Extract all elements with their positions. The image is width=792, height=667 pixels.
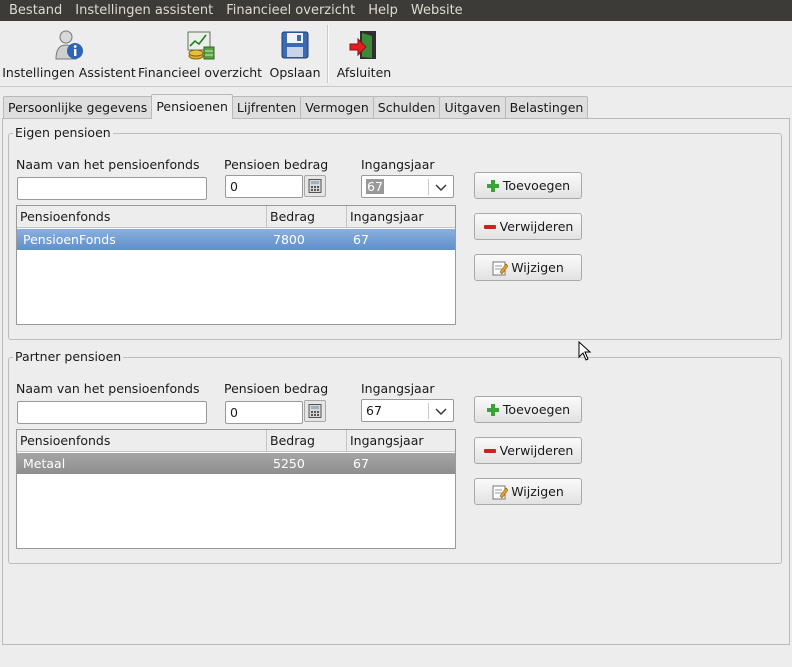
eigen-naam-label: Naam van het pensioenfonds: [16, 157, 200, 172]
tab-uitgaven[interactable]: Uitgaven: [439, 96, 506, 119]
col-ingangsjaar[interactable]: Ingangsjaar: [346, 430, 455, 452]
col-pensioenfonds[interactable]: Pensioenfonds: [17, 430, 265, 452]
instellingen-assistent-button[interactable]: Instellingen Assistent: [2, 21, 136, 85]
user-info-icon: [53, 29, 85, 61]
menu-website[interactable]: Website: [402, 0, 467, 21]
toevoegen-label: Toevoegen: [502, 402, 571, 417]
add-icon: [486, 179, 500, 193]
eigen-bedrag-input[interactable]: 0: [225, 175, 303, 198]
table-row[interactable]: PensioenFonds 7800 67: [17, 229, 455, 250]
row-jaar: 67: [353, 456, 369, 471]
opslaan-label: Opslaan: [269, 65, 321, 80]
remove-icon: [483, 220, 497, 234]
eigen-pensioen-title: Eigen pensioen: [13, 125, 113, 141]
partner-pensioen-list[interactable]: Pensioenfonds Bedrag Ingangsjaar Metaal …: [16, 429, 456, 549]
wijzigen-label: Wijzigen: [511, 260, 564, 275]
eigen-jaar-value: 67: [366, 179, 384, 194]
toevoegen-label: Toevoegen: [502, 178, 571, 193]
partner-jaar-label: Ingangsjaar: [361, 381, 435, 396]
tab-belastingen[interactable]: Belastingen: [504, 96, 589, 119]
exit-door-icon: [348, 29, 380, 61]
tab-schulden[interactable]: Schulden: [372, 96, 441, 119]
tab-persoonlijke-gegevens[interactable]: Persoonlijke gegevens: [3, 96, 153, 119]
partner-toevoegen-button[interactable]: Toevoegen: [474, 396, 582, 423]
instellingen-assistent-label: Instellingen Assistent: [2, 65, 136, 80]
partner-bedrag-input[interactable]: 0: [225, 401, 303, 424]
row-fonds: Metaal: [23, 456, 66, 471]
eigen-verwijderen-button[interactable]: Verwijderen: [474, 213, 582, 240]
remove-icon: [483, 444, 497, 458]
edit-icon: [492, 484, 509, 500]
afsluiten-button[interactable]: Afsluiten: [334, 21, 394, 85]
partner-calculator-button[interactable]: [304, 400, 326, 422]
verwijderen-label: Verwijderen: [499, 219, 574, 234]
menu-bar: Bestand Instellingen assistent Financiee…: [0, 0, 792, 21]
eigen-jaar-combo[interactable]: 67: [361, 175, 454, 198]
opslaan-button[interactable]: Opslaan: [266, 21, 324, 85]
partner-jaar-combo[interactable]: 67: [361, 399, 454, 422]
calculator-icon: [308, 404, 322, 418]
financieel-overzicht-label: Financieel overzicht: [137, 65, 263, 80]
col-pensioenfonds[interactable]: Pensioenfonds: [17, 206, 265, 228]
col-bedrag[interactable]: Bedrag: [266, 430, 346, 452]
tab-lijfrenten[interactable]: Lijfrenten: [231, 96, 302, 119]
eigen-wijzigen-button[interactable]: Wijzigen: [474, 254, 582, 281]
finance-chart-icon: [184, 29, 216, 61]
verwijderen-label: Verwijderen: [499, 443, 574, 458]
chevron-down-icon: [435, 405, 447, 420]
chevron-down-icon: [435, 181, 447, 196]
eigen-jaar-label: Ingangsjaar: [361, 157, 435, 172]
row-jaar: 67: [353, 232, 369, 247]
calculator-icon: [308, 179, 322, 193]
tab-vermogen[interactable]: Vermogen: [300, 96, 374, 119]
partner-naam-label: Naam van het pensioenfonds: [16, 381, 200, 396]
wijzigen-label: Wijzigen: [511, 484, 564, 499]
eigen-calculator-button[interactable]: [304, 175, 326, 197]
row-fonds: PensioenFonds: [23, 232, 116, 247]
partner-wijzigen-button[interactable]: Wijzigen: [474, 478, 582, 505]
mouse-cursor-icon: [578, 340, 592, 364]
add-icon: [486, 403, 500, 417]
partner-list-header: Pensioenfonds Bedrag Ingangsjaar: [17, 430, 455, 452]
toolbar: Instellingen Assistent Financieel overzi…: [0, 21, 792, 87]
menu-instellingen-assistent[interactable]: Instellingen assistent: [66, 0, 217, 21]
tab-bar: Persoonlijke gegevens Pensioenen Lijfren…: [0, 94, 589, 119]
col-ingangsjaar[interactable]: Ingangsjaar: [346, 206, 455, 228]
save-icon: [279, 29, 311, 61]
afsluiten-label: Afsluiten: [336, 65, 392, 80]
tab-pensioenen[interactable]: Pensioenen: [151, 94, 233, 119]
partner-pensioen-title: Partner pensioen: [13, 349, 124, 365]
row-bedrag: 5250: [273, 456, 305, 471]
toolbar-separator: [327, 25, 329, 83]
partner-verwijderen-button[interactable]: Verwijderen: [474, 437, 582, 464]
partner-bedrag-label: Pensioen bedrag: [224, 381, 329, 396]
eigen-list-header: Pensioenfonds Bedrag Ingangsjaar: [17, 206, 455, 228]
partner-naam-input[interactable]: [17, 401, 207, 424]
eigen-bedrag-label: Pensioen bedrag: [224, 157, 329, 172]
table-row[interactable]: Metaal 5250 67: [17, 453, 455, 474]
financieel-overzicht-button[interactable]: Financieel overzicht: [137, 21, 263, 85]
edit-icon: [492, 260, 509, 276]
menu-financieel-overzicht[interactable]: Financieel overzicht: [217, 0, 359, 21]
col-bedrag[interactable]: Bedrag: [266, 206, 346, 228]
menu-bestand[interactable]: Bestand: [0, 0, 66, 21]
eigen-naam-input[interactable]: [17, 177, 207, 200]
menu-help[interactable]: Help: [359, 0, 402, 21]
partner-jaar-value: 67: [366, 403, 382, 418]
eigen-pensioen-list[interactable]: Pensioenfonds Bedrag Ingangsjaar Pensioe…: [16, 205, 456, 325]
row-bedrag: 7800: [273, 232, 305, 247]
eigen-toevoegen-button[interactable]: Toevoegen: [474, 172, 582, 199]
